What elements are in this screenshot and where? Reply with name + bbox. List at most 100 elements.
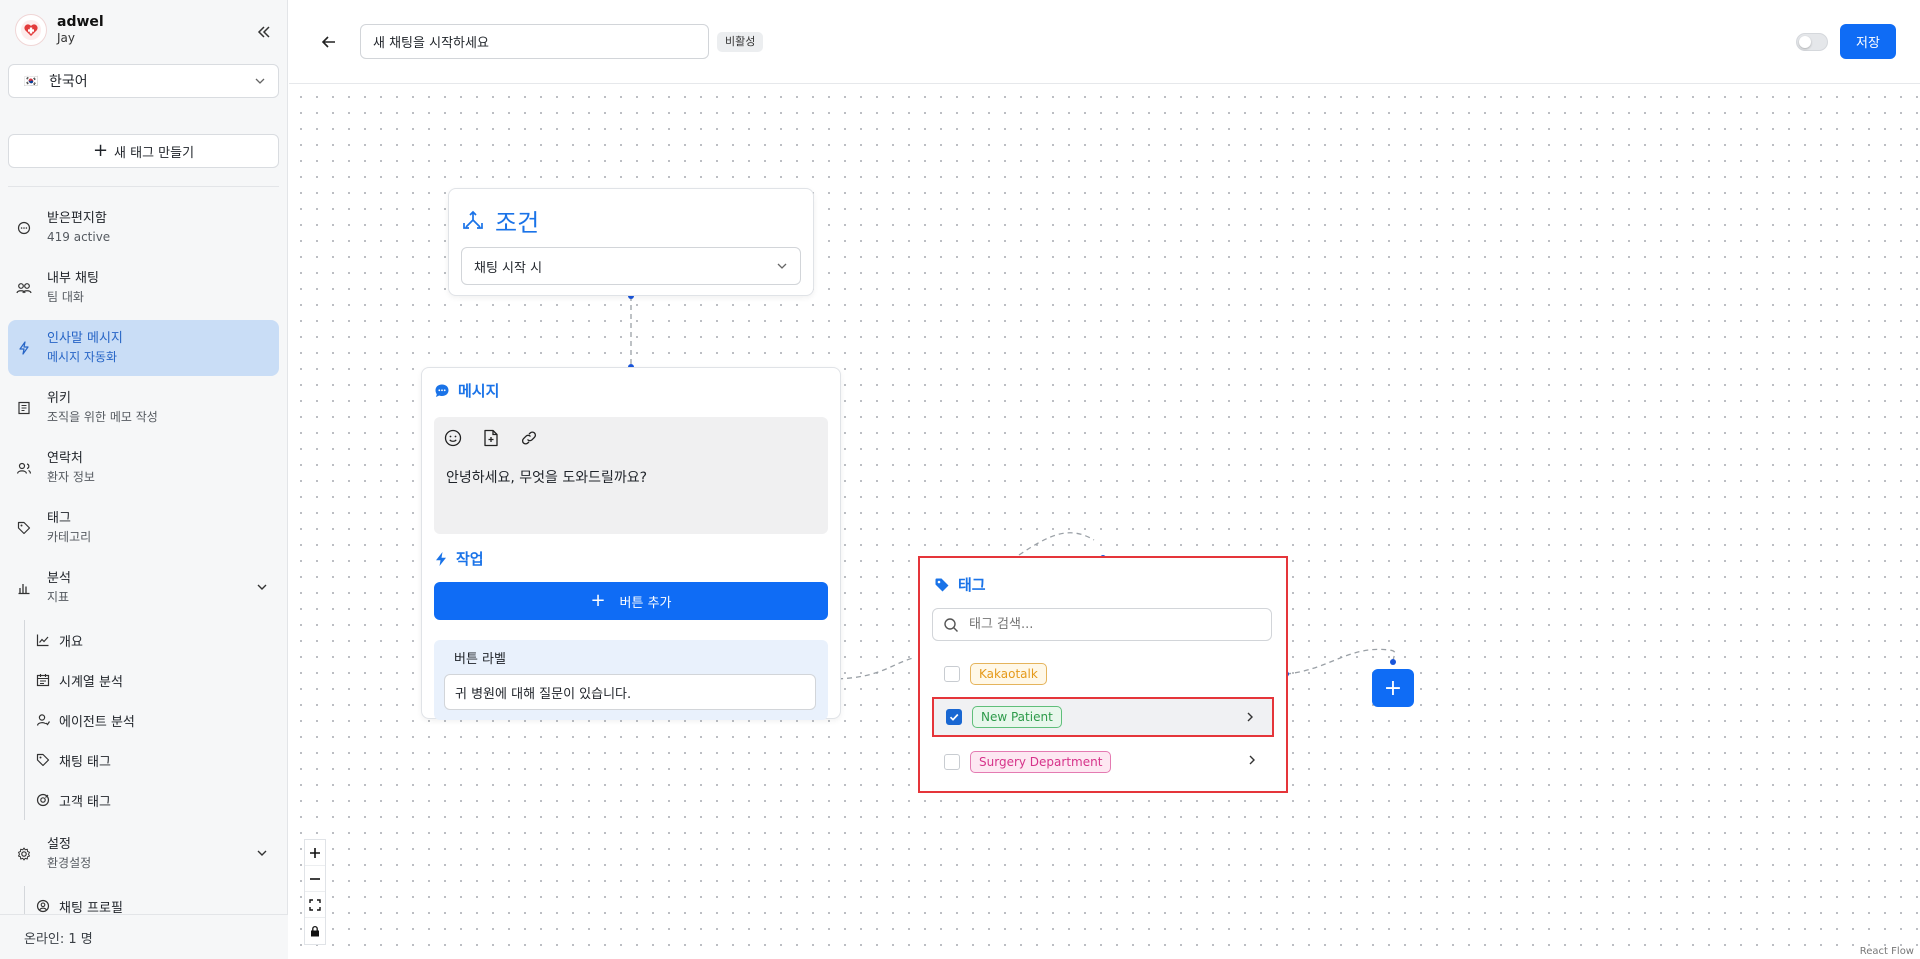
sidebar-item-analytics[interactable]: 분석 지표 — [8, 560, 279, 616]
tag-option-surgery-department[interactable]: Surgery Department — [932, 742, 1274, 782]
condition-node[interactable]: 조건 채팅 시작 시 — [448, 188, 814, 296]
message-node[interactable]: 메시지 안녕하세요, 무엇을 도와드릴까요? 작업 + 버튼 추가 버튼 라벨 — [421, 367, 841, 720]
emoji-button[interactable] — [442, 427, 464, 449]
insert-link-button[interactable] — [518, 427, 540, 449]
sidebar-item-wiki[interactable]: 위키조직을 위한 메모 작성 — [8, 380, 279, 436]
condition-title: 조건 — [495, 209, 540, 237]
online-status: 온라인: 1 명 — [0, 914, 288, 959]
save-button[interactable]: 저장 — [1840, 24, 1896, 59]
brand: adwel Jay — [15, 14, 104, 46]
users-icon — [16, 280, 32, 296]
sidebar-item-contacts[interactable]: 연락처환자 정보 — [8, 440, 279, 496]
tag-option-new-patient[interactable]: New Patient — [932, 697, 1274, 737]
condition-trigger-select[interactable]: 채팅 시작 시 — [461, 247, 801, 285]
sidebar-item-title: 인사말 메시지 — [47, 331, 123, 346]
tag-node[interactable]: 태그 Kakaotalk New Patient Surgery Departm… — [918, 556, 1288, 793]
active-toggle[interactable] — [1796, 33, 1828, 51]
contacts-icon — [16, 460, 32, 476]
lock-icon — [311, 925, 319, 937]
flow-canvas[interactable]: 조건 채팅 시작 시 메시지 안녕하세요, 무엇을 도와드릴까요? 작업 + 버… — [289, 85, 1920, 959]
double-chevron-left-icon — [257, 26, 270, 38]
tag-icon — [16, 520, 32, 536]
checkbox-checked[interactable] — [946, 709, 962, 725]
sidebar-item-sub: 환자 정보 — [47, 470, 95, 484]
subnav-label: 시계열 분석 — [59, 674, 123, 690]
react-flow-attribution[interactable]: React Flow — [1857, 946, 1916, 957]
back-button[interactable] — [319, 32, 339, 52]
lock-button[interactable] — [305, 918, 325, 944]
flow-title-input[interactable] — [360, 24, 709, 59]
gear-icon — [16, 846, 32, 862]
sidebar-item-title: 받은편지함 — [47, 211, 107, 226]
korea-flag-icon: 🇰🇷 — [23, 74, 39, 88]
sidebar-item-sub: 조직을 위한 메모 작성 — [47, 410, 158, 424]
sidebar-item-greeting[interactable]: 인사말 메시지 메시지 자동화 — [8, 320, 279, 376]
tag-option-kakaotalk[interactable]: Kakaotalk — [932, 654, 1274, 694]
subnav-item-overview[interactable]: 개요 — [35, 620, 279, 660]
button-label-title: 버튼 라벨 — [454, 652, 506, 667]
zoom-out-button[interactable] — [305, 866, 325, 892]
divider — [8, 186, 279, 187]
agent-icon — [35, 712, 51, 728]
tag-pill: New Patient — [972, 706, 1062, 728]
collapse-sidebar-button[interactable] — [254, 22, 274, 42]
sidebar-item-sub: 카테고리 — [47, 530, 92, 544]
subnav-label: 에이전트 분석 — [59, 714, 135, 730]
attach-file-button[interactable] — [480, 427, 502, 449]
checkbox[interactable] — [944, 666, 960, 682]
sidebar: adwel Jay 🇰🇷 한국어 + 새 태그 만들기 받은편지함 419 act… — [0, 0, 288, 959]
action-title: 작업 — [456, 550, 484, 568]
tag-pill: Surgery Department — [970, 751, 1112, 773]
plus-icon: + — [590, 590, 606, 611]
chevron-down-icon — [257, 850, 267, 856]
add-button-label: 버튼 추가 — [619, 595, 672, 611]
handle-dot[interactable] — [1390, 659, 1396, 665]
button-label-input[interactable] — [444, 674, 816, 710]
customer-tag-icon — [35, 792, 51, 808]
sidebar-item-title: 연락처 — [47, 451, 83, 466]
sidebar-item-inbox[interactable]: 받은편지함 419 active — [8, 200, 279, 256]
chevron-right-icon[interactable] — [1244, 711, 1256, 723]
sidebar-item-title: 설정 — [47, 837, 71, 852]
search-icon — [944, 617, 958, 632]
link-icon — [521, 431, 537, 445]
plus-icon: + — [1383, 675, 1403, 701]
sidebar-item-settings[interactable]: 설정환경설정 — [8, 826, 279, 882]
chevron-down-icon — [777, 263, 787, 269]
subnav-item-timeseries[interactable]: 시계열 분석 — [35, 660, 279, 700]
plus-icon: + — [92, 140, 109, 161]
lightning-icon — [436, 551, 446, 566]
language-select[interactable]: 🇰🇷 한국어 — [8, 64, 279, 98]
chevron-down-icon — [257, 584, 267, 590]
chevron-right-icon[interactable] — [1246, 754, 1258, 766]
checkbox[interactable] — [944, 754, 960, 770]
add-node-button[interactable]: + — [1372, 669, 1414, 707]
sidebar-item-sub: 팀 대화 — [47, 290, 84, 304]
bar-chart-icon — [16, 580, 32, 596]
sidebar-item-sub: 환경설정 — [47, 856, 92, 870]
chevron-down-icon — [255, 78, 265, 84]
subnav-label: 고객 태그 — [59, 794, 111, 810]
sidebar-item-internal-chat[interactable]: 내부 채팅 팀 대화 — [8, 260, 279, 316]
subnav-item-chat-tags[interactable]: 채팅 태그 — [35, 740, 279, 780]
book-icon — [16, 400, 32, 416]
sidebar-item-sub: 지표 — [47, 590, 70, 604]
analytics-subnav: 개요 시계열 분석 에이전트 분석 채팅 태그 고객 태그 — [24, 620, 279, 820]
subnav-item-agent[interactable]: 에이전트 분석 — [35, 700, 279, 740]
zoom-in-button[interactable] — [305, 840, 325, 866]
tag-search-input[interactable] — [969, 617, 1259, 632]
emoji-icon — [444, 429, 462, 447]
tag-search[interactable] — [932, 608, 1272, 641]
sidebar-item-tags[interactable]: 태그 카테고리 — [8, 500, 279, 556]
subnav-item-customer-tags[interactable]: 고객 태그 — [35, 780, 279, 820]
fit-view-button[interactable] — [305, 892, 325, 918]
subnav-label: 개요 — [59, 634, 83, 650]
add-button-button[interactable]: + 버튼 추가 — [434, 582, 828, 620]
sidebar-item-title: 위키 — [47, 391, 71, 406]
new-tag-button[interactable]: + 새 태그 만들기 — [8, 134, 279, 168]
button-label-group: 버튼 라벨 — [434, 640, 828, 720]
checkmark-icon — [949, 713, 959, 721]
minus-icon — [310, 877, 320, 880]
message-text[interactable]: 안녕하세요, 무엇을 도와드릴까요? — [446, 467, 647, 487]
message-editor[interactable]: 안녕하세요, 무엇을 도와드릴까요? — [434, 417, 828, 534]
